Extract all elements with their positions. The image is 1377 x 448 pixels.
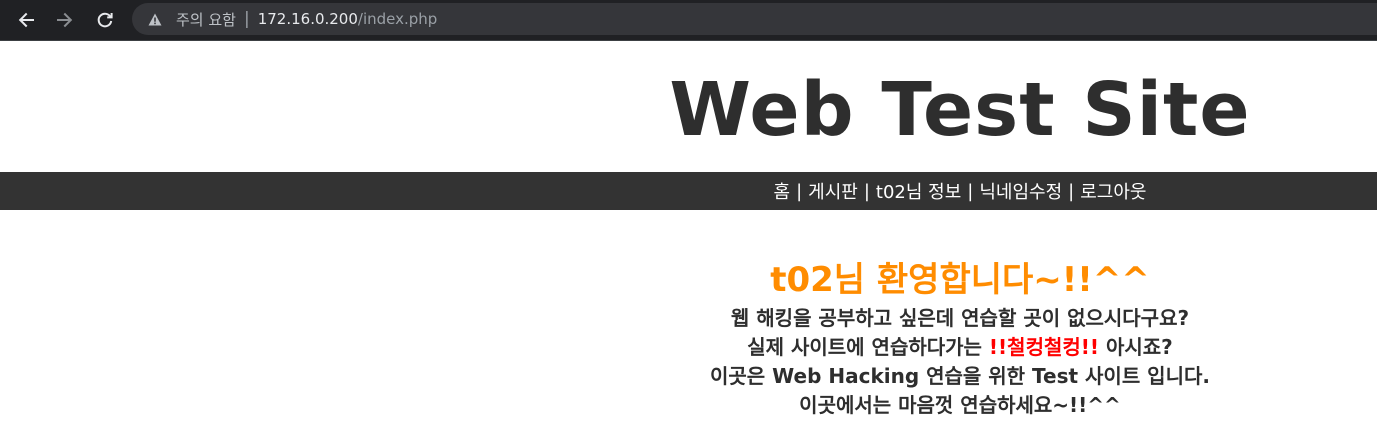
welcome-heading: t02님 환영합니다~!!^^ (770, 260, 1150, 300)
security-status-label[interactable]: 주의 요함 (176, 9, 236, 30)
arrow-left-icon (17, 11, 35, 29)
site-nav-bar: 홈 | 게시판 | t02님 정보 | 닉네임수정 | 로그아웃 (0, 172, 1377, 210)
intro-line-2: 실제 사이트에 연습하다가는 !!철컹철컹!! 아시죠? (620, 333, 1300, 362)
nav-separator: | (967, 180, 974, 202)
nav-link-home[interactable]: 홈 (774, 178, 791, 204)
nav-link-board[interactable]: 게시판 (808, 178, 858, 204)
reload-button[interactable] (90, 5, 120, 35)
intro-line-3: 이곳은 Web Hacking 연습을 위한 Test 사이트 입니다. (710, 364, 1210, 388)
nav-separator: | (1068, 180, 1075, 202)
nav-separator: | (796, 180, 803, 202)
address-bar[interactable]: 주의 요함 | 172.16.0.200/index.php (132, 3, 1377, 35)
warning-icon[interactable] (148, 12, 162, 26)
intro-line-1: 웹 해킹을 공부하고 싶은데 연습할 곳이 없으시다구요? (730, 306, 1190, 330)
site-nav-links: 홈 | 게시판 | t02님 정보 | 닉네임수정 | 로그아웃 (620, 172, 1300, 210)
back-button[interactable] (11, 5, 41, 35)
nav-link-edit-nickname[interactable]: 닉네임수정 (979, 178, 1062, 204)
url-host: 172.16.0.200 (257, 10, 358, 28)
forward-button[interactable] (50, 5, 80, 35)
reload-icon (96, 11, 114, 29)
nav-separator: | (863, 180, 870, 202)
site-title: Web Test Site (669, 67, 1251, 153)
intro-line-2-before: 실제 사이트에 연습하다가는 (747, 335, 989, 359)
main-content: t02님 환영합니다~!!^^ 웹 해킹을 공부하고 싶은데 연습할 곳이 없으… (620, 256, 1300, 420)
warning-highlight: !!철컹철컹!! (988, 335, 1100, 359)
nav-link-user-info[interactable]: t02님 정보 (876, 178, 961, 204)
arrow-right-icon (56, 11, 74, 29)
url-path: /index.php (357, 10, 438, 28)
intro-line-2-after: 아시죠? (1099, 335, 1173, 359)
nav-link-logout[interactable]: 로그아웃 (1080, 178, 1146, 204)
intro-line-4: 이곳에서는 마음껏 연습하세요~!!^^ (799, 393, 1121, 417)
omnibox-separator: | (243, 9, 250, 29)
browser-toolbar: 주의 요함 | 172.16.0.200/index.php (0, 0, 1377, 41)
